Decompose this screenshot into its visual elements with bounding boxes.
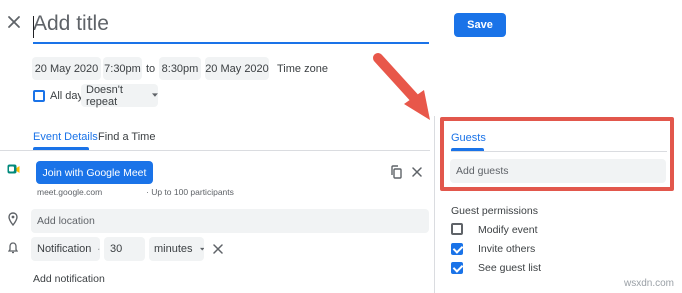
guest-permissions-title: Guest permissions bbox=[451, 205, 538, 217]
meet-link[interactable]: meet.google.com bbox=[37, 187, 102, 197]
location-pin-icon bbox=[8, 212, 18, 226]
repeat-value: Doesn't repeat bbox=[86, 83, 123, 108]
title-input[interactable] bbox=[33, 10, 429, 44]
bell-icon bbox=[8, 242, 18, 254]
invite-others-label: Invite others bbox=[478, 243, 536, 255]
notification-unit-value: minutes bbox=[154, 243, 193, 255]
join-google-meet-button[interactable]: Join with Google Meet bbox=[36, 161, 153, 184]
tab-event-details[interactable]: Event Details bbox=[33, 131, 98, 143]
notification-unit-dropdown[interactable]: minutes bbox=[149, 237, 204, 261]
notification-type-value: Notification bbox=[37, 243, 92, 255]
timezone-link[interactable]: Time zone bbox=[277, 57, 328, 80]
meet-participants: · Up to 100 participants bbox=[146, 187, 234, 197]
repeat-dropdown[interactable]: Doesn't repeat bbox=[81, 83, 158, 108]
chevron-down-icon bbox=[199, 247, 204, 250]
save-button[interactable]: Save bbox=[454, 13, 506, 37]
chevron-down-icon bbox=[152, 93, 158, 97]
notification-amount-input[interactable]: 30 bbox=[104, 237, 145, 261]
start-time-chip[interactable]: 7:30pm bbox=[103, 57, 142, 80]
annotation-arrow-icon bbox=[373, 53, 430, 120]
text-caret bbox=[33, 16, 34, 38]
notification-type-dropdown[interactable]: Notification bbox=[31, 237, 100, 261]
modify-event-label: Modify event bbox=[478, 224, 538, 236]
panel-divider bbox=[434, 116, 435, 293]
copy-icon[interactable] bbox=[390, 165, 403, 179]
remove-notification-icon[interactable] bbox=[213, 244, 223, 254]
tab-find-a-time[interactable]: Find a Time bbox=[98, 131, 155, 143]
all-day-label: All day bbox=[50, 90, 84, 102]
close-icon[interactable] bbox=[6, 14, 22, 30]
location-input[interactable] bbox=[31, 209, 429, 233]
modify-event-checkbox[interactable] bbox=[451, 223, 463, 235]
all-day-checkbox[interactable] bbox=[33, 90, 45, 102]
tabs-divider bbox=[0, 150, 430, 151]
highlight-box bbox=[440, 117, 674, 191]
watermark: wsxdn.com bbox=[623, 278, 674, 289]
to-separator: to bbox=[146, 62, 156, 75]
start-date-chip[interactable]: 20 May 2020 bbox=[32, 57, 101, 80]
add-notification-link[interactable]: Add notification bbox=[33, 273, 105, 285]
see-guest-list-label: See guest list bbox=[478, 262, 542, 274]
google-meet-icon bbox=[7, 164, 20, 174]
see-guest-list-checkbox[interactable] bbox=[451, 262, 463, 274]
end-time-chip[interactable]: 8:30pm bbox=[159, 57, 201, 80]
remove-meet-icon[interactable] bbox=[412, 167, 422, 177]
chevron-down-icon bbox=[98, 248, 100, 250]
invite-others-checkbox[interactable] bbox=[451, 243, 463, 255]
end-date-chip[interactable]: 20 May 2020 bbox=[205, 57, 269, 80]
